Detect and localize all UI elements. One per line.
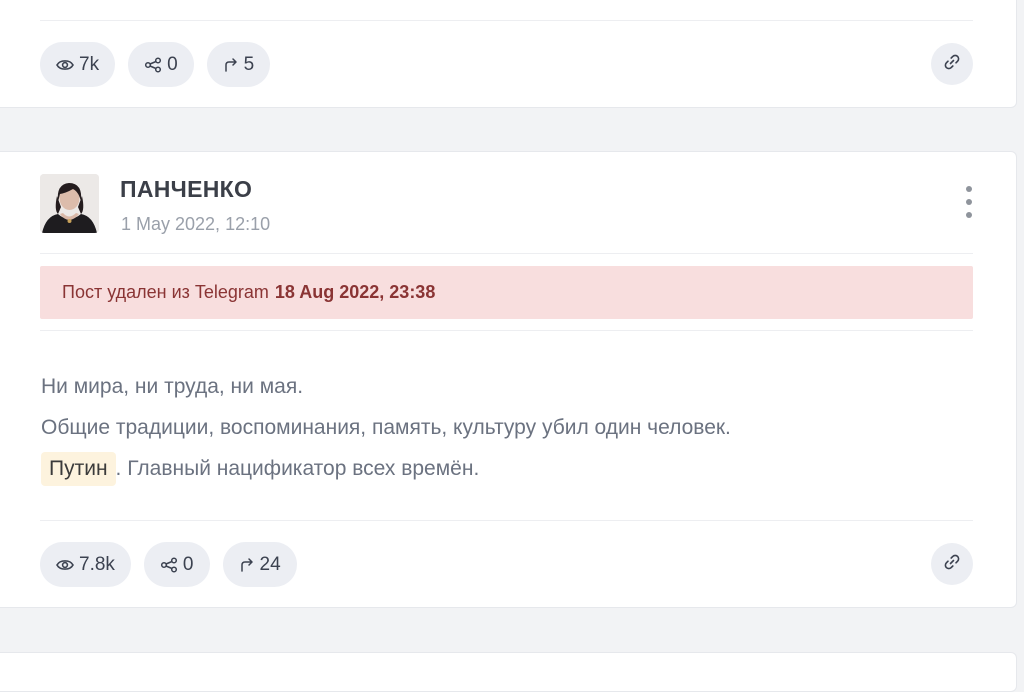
post-stats: 7k 0 5: [40, 42, 271, 87]
card-divider: [40, 520, 973, 521]
forwards-count: 5: [243, 53, 255, 75]
link-icon: [943, 553, 961, 576]
views-badge[interactable]: 7k: [40, 42, 116, 87]
channel-avatar[interactable]: [40, 174, 99, 233]
copy-link-button[interactable]: [931, 543, 973, 585]
forwards-badge[interactable]: 24: [222, 542, 297, 587]
more-vertical-icon: [966, 186, 972, 192]
card-divider: [40, 253, 973, 254]
channel-name[interactable]: ПАНЧЕНКО: [120, 176, 252, 203]
forward-arrow-icon: [239, 557, 255, 573]
views-badge[interactable]: 7.8k: [40, 542, 131, 587]
post-text-line: Общие традиции, воспоминания, память, ку…: [41, 416, 731, 439]
eye-icon: [56, 58, 74, 72]
deleted-notice: Пост удален из Telegram 18 Aug 2022, 23:…: [40, 266, 973, 319]
post-card: ПАНЧЕНКО 1 May 2022, 12:10 Пост удален и…: [0, 151, 1017, 608]
forwards-badge[interactable]: 5: [206, 42, 271, 87]
link-icon: [943, 53, 961, 76]
post-date: 1 May 2022, 12:10: [121, 214, 271, 234]
card-divider: [40, 330, 973, 331]
share-nodes-icon: [160, 556, 178, 573]
forwards-count: 24: [259, 553, 281, 575]
post-text-line: Ни мира, ни труда, ни мая.: [41, 375, 304, 398]
share-nodes-icon: [144, 56, 162, 73]
copy-link-button[interactable]: [931, 43, 973, 85]
eye-icon: [56, 558, 74, 572]
next-post-card: [0, 652, 1017, 692]
post-stats: 7.8k 0 24: [40, 542, 297, 587]
post-text-suffix: . Главный нацификатор всех времён.: [115, 457, 480, 480]
post-text: Ни мира, ни труда, ни мая. Общие традици…: [41, 366, 731, 489]
views-count: 7k: [79, 53, 100, 75]
post-menu-button[interactable]: [964, 186, 974, 218]
deleted-notice-date: 18 Aug 2022, 23:38: [274, 282, 436, 302]
shares-count: 0: [167, 53, 178, 75]
post-text-line: Путин. Главный нацификатор всех времён.: [41, 448, 731, 489]
shares-badge[interactable]: 0: [128, 42, 194, 87]
views-count: 7.8k: [79, 553, 115, 575]
deleted-notice-text: Пост удален из Telegram: [62, 282, 269, 302]
previous-post-card: 7k 0 5: [0, 0, 1017, 108]
forward-arrow-icon: [223, 57, 239, 73]
hashtag-chip[interactable]: Путин: [41, 452, 116, 486]
card-divider: [40, 20, 973, 21]
shares-count: 0: [182, 553, 194, 575]
shares-badge[interactable]: 0: [143, 542, 210, 587]
